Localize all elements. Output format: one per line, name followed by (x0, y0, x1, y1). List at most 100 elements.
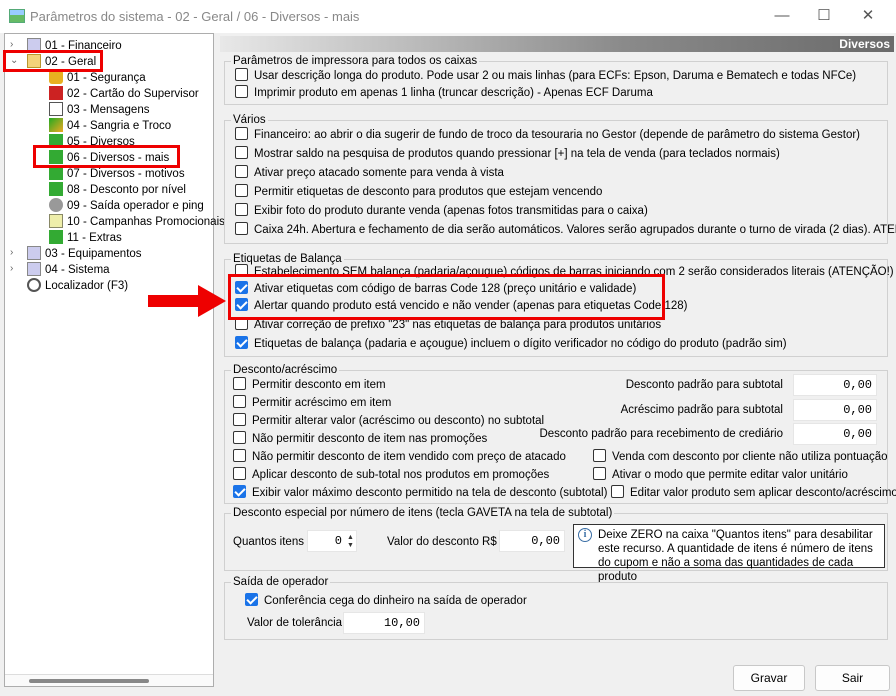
minimize-button[interactable]: — (764, 6, 800, 28)
checkbox[interactable] (233, 413, 246, 426)
checkbox-acrescimo-item[interactable]: Permitir acréscimo em item (233, 395, 391, 411)
spinner-arrows-icon[interactable]: ▲ ▼ (347, 534, 357, 550)
checkbox[interactable] (593, 467, 606, 480)
tree-item-seguranca[interactable]: 01 - Segurança (49, 70, 146, 86)
checkbox[interactable] (235, 146, 248, 159)
checkbox-label: Exibir valor máximo desconto permitido n… (252, 487, 608, 499)
checkbox-exibir-maximo[interactable]: Exibir valor máximo desconto permitido n… (233, 485, 607, 501)
checkbox-uma-linha[interactable]: Imprimir produto em apenas 1 linha (trun… (235, 85, 653, 101)
checkbox-label: Conferência cega do dinheiro na saída de… (264, 595, 527, 607)
tree-scrollbar[interactable] (5, 674, 213, 686)
checkbox-fundo-troco[interactable]: Financeiro: ao abrir o dia sugerir de fu… (235, 127, 860, 143)
checkbox-checked[interactable] (245, 593, 258, 606)
printer-group: Parâmetros de impressora para todos os c… (224, 54, 888, 105)
checkbox-alterar-subtotal[interactable]: Permitir alterar valor (acréscimo ou des… (233, 413, 544, 429)
exit-button[interactable]: Sair (815, 665, 890, 691)
checkbox-nao-desconto-promocoes[interactable]: Não permitir desconto de item nas promoç… (233, 431, 487, 447)
checkbox-pontuacao[interactable]: Venda com desconto por cliente não utili… (593, 449, 888, 465)
checkbox[interactable] (235, 184, 248, 197)
checkbox-label: Não permitir desconto de item nas promoç… (252, 433, 488, 445)
checkbox-label: Ativar preço atacado somente para venda … (254, 167, 504, 179)
crediario-input[interactable]: 0,00 (793, 423, 877, 445)
folder-gear-icon (27, 262, 41, 276)
settings-tree: › 01 - Financeiro ⌄ 02 - Geral 01 - Segu… (4, 33, 225, 687)
checkbox-preco-atacado[interactable]: Ativar preço atacado somente para venda … (235, 165, 504, 181)
tree-label: Localizador (F3) (45, 280, 129, 292)
main-panel: Diversos Parâmetros de impressora para t… (220, 36, 896, 660)
checkbox[interactable] (233, 377, 246, 390)
checkbox-conferencia-cega[interactable]: Conferência cega do dinheiro na saída de… (245, 593, 527, 609)
discount-value-label: Valor do desconto R$ (387, 536, 497, 548)
checkbox[interactable] (593, 449, 606, 462)
tree-label: 02 - Cartão do Supervisor (67, 88, 199, 100)
checkbox-label: Venda com desconto por cliente não utili… (612, 451, 888, 463)
discount-value-input[interactable]: 0,00 (499, 530, 565, 552)
checkbox-editar-sem-desconto[interactable]: Editar valor produto sem aplicar descont… (611, 485, 896, 501)
tree-item-equipamentos[interactable]: 03 - Equipamentos (27, 246, 142, 262)
operator-group: Saída de operador Conferência cega do di… (224, 575, 888, 640)
checkbox[interactable] (235, 127, 248, 140)
close-button[interactable]: ✕ (850, 6, 886, 28)
tree-item-diversos-motivos[interactable]: 07 - Diversos - motivos (49, 166, 185, 182)
checkbox-nao-desconto-atacado[interactable]: Não permitir desconto de item vendido co… (233, 449, 566, 465)
save-button[interactable]: Gravar (733, 665, 805, 691)
checkbox-etiquetas-desconto[interactable]: Permitir etiquetas de desconto para prod… (235, 184, 602, 200)
checkbox-caixa-24h[interactable]: Caixa 24h. Abertura e fechamento de dia … (235, 222, 896, 238)
checkbox-label: Permitir acréscimo em item (252, 397, 392, 409)
info-box: i Deixe ZERO na caixa "Quantos itens" par… (573, 524, 885, 583)
subtotal-label: Desconto padrão para subtotal (625, 379, 783, 391)
tree-item-sistema[interactable]: 04 - Sistema (27, 262, 110, 278)
scrollbar-thumb[interactable] (29, 679, 149, 683)
tree-item-cartao[interactable]: 02 - Cartão do Supervisor (49, 86, 199, 102)
checkbox-subtotal-promocoes[interactable]: Aplicar desconto de sub-total nos produt… (233, 467, 549, 483)
checkbox[interactable] (235, 222, 248, 235)
chart-icon (49, 214, 63, 228)
checkbox-exibir-foto[interactable]: Exibir foto do produto durante venda (ap… (235, 203, 648, 219)
checkbox-checked[interactable] (235, 336, 248, 349)
checkbox-label: Usar descrição longa do produto. Pode us… (254, 70, 857, 82)
checkbox-descricao-longa[interactable]: Usar descrição longa do produto. Pode us… (235, 68, 856, 84)
subtotal-input[interactable]: 0,00 (793, 374, 877, 396)
checkbox-label: Permitir etiquetas de desconto para prod… (254, 186, 603, 198)
expand-icon[interactable]: › (10, 263, 13, 274)
tree-item-saida-operador[interactable]: 09 - Saída operador e ping (49, 198, 204, 214)
checkbox-desconto-item[interactable]: Permitir desconto em item (233, 377, 386, 393)
checkbox[interactable] (611, 485, 624, 498)
maximize-button[interactable]: ☐ (806, 6, 842, 28)
group-title: Saída de operador (231, 575, 331, 589)
checkbox-label: Permitir alterar valor (acréscimo ou des… (252, 415, 545, 427)
checkbox-checked[interactable] (233, 485, 246, 498)
app-icon (9, 9, 25, 23)
highlight-geral (3, 50, 103, 72)
tree-label: 09 - Saída operador e ping (67, 200, 204, 212)
acrescimo-input[interactable]: 0,00 (793, 399, 877, 421)
checkbox[interactable] (233, 449, 246, 462)
expand-icon[interactable]: › (10, 247, 13, 258)
checkbox-editar-unitario[interactable]: Ativar o modo que permite editar valor u… (593, 467, 848, 483)
tree-item-mensagens[interactable]: 03 - Mensagens (49, 102, 149, 118)
tree-item-localizador[interactable]: Localizador (F3) (27, 278, 128, 294)
tree-item-extras[interactable]: 11 - Extras (49, 230, 122, 246)
checkbox-label: Mostrar saldo na pesquisa de produtos qu… (254, 148, 780, 160)
checkbox[interactable] (235, 85, 248, 98)
expand-icon[interactable]: › (10, 39, 13, 50)
checkbox-mostrar-saldo[interactable]: Mostrar saldo na pesquisa de produtos qu… (235, 146, 780, 162)
checkbox[interactable] (233, 395, 246, 408)
database-icon (49, 198, 63, 212)
checkbox[interactable] (233, 467, 246, 480)
checkbox[interactable] (235, 68, 248, 81)
folder-gear-icon (27, 246, 41, 260)
tree-item-desconto-nivel[interactable]: 08 - Desconto por nível (49, 182, 186, 198)
checkbox-label: Não permitir desconto de item vendido co… (252, 451, 566, 463)
money-icon (49, 118, 63, 132)
info-text: Deixe ZERO na caixa "Quantos itens" para… (598, 529, 873, 583)
checkbox[interactable] (233, 431, 246, 444)
checkbox-digito-verificador[interactable]: Etiquetas de balança (padaria e açougue)… (235, 336, 787, 352)
tolerance-input[interactable]: 10,00 (343, 612, 425, 634)
checkbox[interactable] (235, 203, 248, 216)
tree-item-campanhas[interactable]: 10 - Campanhas Promocionais (49, 214, 225, 230)
tree-item-sangria[interactable]: 04 - Sangria e Troco (49, 118, 171, 134)
checkbox-label: Ativar correção de prefixo "23" nas etiq… (254, 319, 662, 331)
checkbox[interactable] (235, 165, 248, 178)
checkbox-label: Caixa 24h. Abertura e fechamento de dia … (254, 224, 896, 236)
